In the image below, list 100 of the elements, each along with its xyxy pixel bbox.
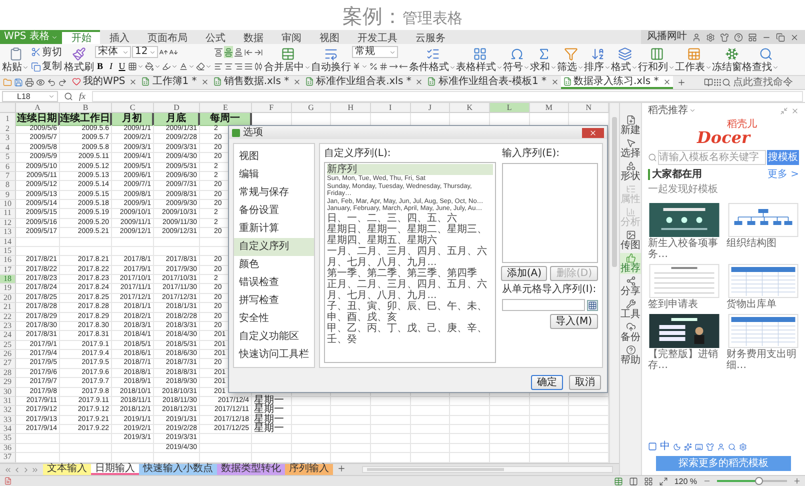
row-number[interactable]: 29 [0,378,16,388]
column-header[interactable]: C [112,103,154,113]
dialog-button[interactable]: 取消 [569,374,601,390]
cut-button[interactable]: 剪切 [30,46,63,58]
side-tool[interactable]: 推荐 [620,253,642,274]
row-number[interactable]: 37 [0,453,16,462]
font-size-field[interactable]: 12 [132,46,158,58]
template-caption[interactable]: 货物出库单 [726,299,799,310]
column-header[interactable]: B [60,103,112,113]
document-tab[interactable]: 销售数据.xls * [210,76,304,89]
list-item[interactable]: 一月、二月、三月、四月、五月、六月、七月、八月、九月… [327,246,493,268]
dialog-button[interactable]: 确定 [531,374,563,390]
menu-tab[interactable]: 公式 [196,30,234,44]
document-tab[interactable]: 标准作业组合表-模板1 * [425,76,560,89]
sheet-tab[interactable]: 快速输入小数点 [139,464,217,475]
dialog-button[interactable]: 添加(A) [500,266,548,281]
row-number[interactable]: 19 [0,284,16,294]
column-header[interactable]: F [252,103,292,113]
menu-tab[interactable]: 视图 [310,30,348,44]
template-caption[interactable]: 财务费用支出明细… [726,349,799,371]
template-caption[interactable]: 签到申请表 [648,299,720,310]
find-button[interactable]: 查找 [752,44,779,75]
list-item[interactable]: 日、一、二、三、四、五、六 [327,212,493,224]
list-item[interactable]: 甲、乙、丙、丁、戊、己、庚、辛、壬、癸 [327,322,493,344]
template-caption[interactable]: 组织结构图 [726,238,799,249]
row-number[interactable]: 16 [0,256,16,266]
sort-button[interactable]: 排序 [584,44,611,75]
menu-tab[interactable]: 页面布局 [138,30,196,44]
merge-cells-button[interactable]: 合并居中 [264,44,311,75]
paste-button[interactable]: 粘贴 [2,44,29,75]
freeze-panes-button[interactable]: 冻结窗格 [712,44,752,75]
sum-button[interactable]: 求和 [530,44,557,75]
panel-title-dropdown[interactable]: 稻壳推荐 [648,105,696,116]
menu-tab[interactable]: 开发工具 [348,30,406,44]
row-number[interactable]: 32 [0,406,16,416]
column-header[interactable]: K [450,103,490,113]
column-header[interactable]: M [530,103,570,113]
row-number[interactable]: 13 [0,228,16,238]
number-format-field[interactable]: 常规 [352,46,398,58]
document-tab[interactable]: 工作簿1 * [139,76,211,89]
format-button[interactable]: 格式 [611,44,638,75]
menu-tab[interactable]: 审阅 [272,30,310,44]
row-number[interactable]: 24 [0,331,16,341]
rows-columns-button[interactable]: 行和列 [638,44,675,75]
table-style-button[interactable]: 表格样式 [456,44,503,75]
row-number[interactable]: 35 [0,434,16,444]
list-item[interactable]: 新序列 [327,164,493,175]
format-painter-button[interactable]: 格式刷 [64,44,94,75]
menu-tab[interactable]: 插入 [100,30,138,44]
column-header[interactable]: H [331,103,371,113]
side-tool[interactable]: 新建 [620,115,642,136]
row-number[interactable]: 26 [0,350,16,360]
document-tab[interactable]: 标准作业组合表.xls * [303,76,426,89]
command-search-field[interactable]: 点此查找命令 [731,76,801,88]
function-label[interactable]: fx [79,91,86,101]
side-tool[interactable]: 传图 [620,230,642,251]
row-number[interactable]: 34 [0,425,16,434]
row-number[interactable]: 3 [0,134,16,144]
column-header[interactable]: J [410,103,450,113]
row-number[interactable]: 18 [0,275,16,284]
row-number[interactable]: 10 [0,200,16,210]
menu-tab[interactable]: 云服务 [406,30,454,44]
column-header[interactable]: L [490,103,530,113]
list-item[interactable]: 第一季、第二季、第三季、第四季 [327,268,493,278]
sheet-tab[interactable]: 文本输入 [43,464,91,475]
font-name-field[interactable]: 宋体 [95,46,131,58]
document-tab[interactable]: 我的WPS [70,76,140,89]
side-tool[interactable]: 工具 [620,299,642,320]
list-item[interactable]: 子、丑、寅、卯、辰、巳、午、未、申、酉、戌、亥 [327,300,493,322]
nav-item[interactable]: 自定义序列 [234,238,314,256]
column-header[interactable]: I [371,103,411,113]
bold-button[interactable]: B [95,61,105,72]
input-mode-label[interactable]: 中 [660,441,670,452]
worksheet-button[interactable]: 工作表 [675,44,712,75]
wrap-text-button[interactable]: 自动换行 [311,44,351,75]
row-number[interactable]: 1 [0,113,16,126]
list-item[interactable]: 正月、二月、三月、四月、五月、六月、七月、八月、九月… [327,278,493,300]
side-tool[interactable]: 备份 [620,322,642,343]
symbol-button[interactable]: 符号 [503,44,530,75]
side-tool[interactable]: 帮助 [620,345,642,366]
side-tool[interactable]: 形状 [620,161,642,182]
side-tool[interactable]: 分享 [620,276,642,297]
row-number[interactable]: 11 [0,209,16,219]
column-header[interactable]: D [154,103,200,113]
underline-button[interactable]: U [117,61,127,72]
side-tool[interactable]: 选择 [620,138,642,159]
row-number[interactable]: 21 [0,303,16,312]
template-search-field[interactable]: 请输入模板名称关键字 [658,150,766,165]
column-header[interactable]: G [292,103,332,113]
menu-tab[interactable]: 开始 [62,30,100,44]
sheet-tab[interactable]: 序列输入 [285,464,333,475]
copy-button[interactable]: 复制 [30,61,63,72]
row-number[interactable]: 27 [0,359,16,369]
row-number[interactable]: 8 [0,181,16,191]
italic-button[interactable]: I [106,61,116,72]
template-caption[interactable]: 新生入校备项事务… [648,238,720,260]
template-caption[interactable]: 【完整版】进销存… [648,349,720,371]
filter-button[interactable]: 筛选 [557,44,584,75]
sheet-tab[interactable]: 日期输入 [91,464,139,475]
row-number[interactable]: 2 [0,125,16,134]
